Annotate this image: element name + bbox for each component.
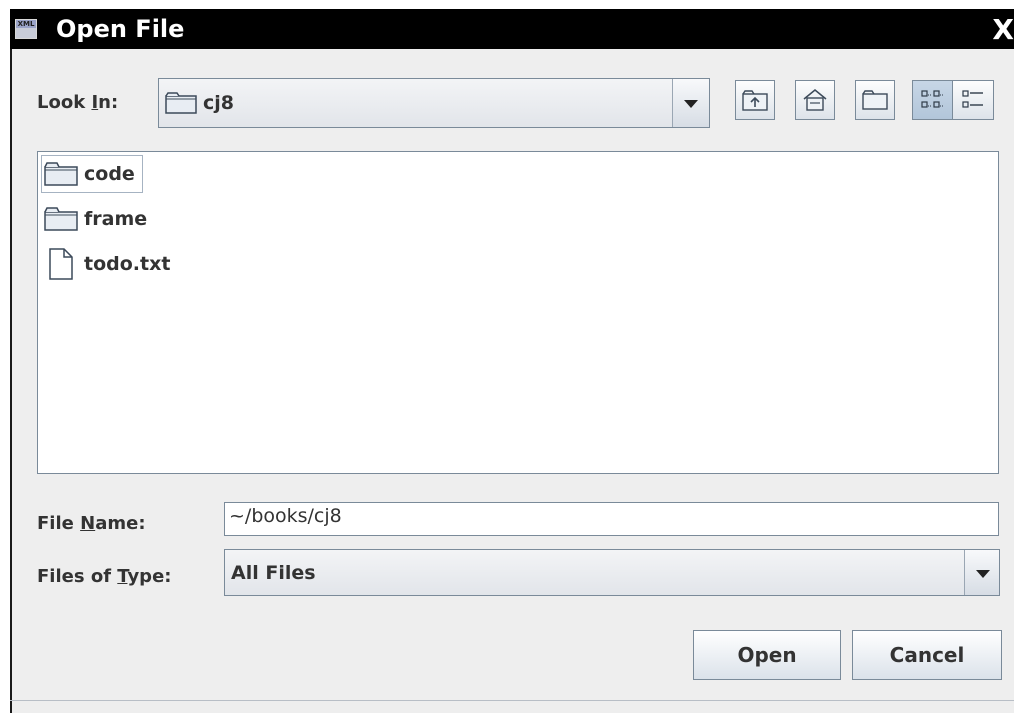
file-name-label: todo.txt: [84, 253, 171, 275]
up-one-level-button[interactable]: [735, 80, 775, 120]
files-of-type-value: All Files: [231, 562, 316, 584]
look-in-combobox[interactable]: cj8: [158, 78, 710, 128]
window-title: Open File: [56, 15, 185, 43]
window-titlebar[interactable]: XML Open File X: [10, 9, 1014, 49]
file-name-label: code: [84, 163, 135, 185]
home-icon: [803, 89, 827, 111]
files-of-type-combobox[interactable]: All Files: [224, 549, 1000, 596]
window-bottom-edge: [10, 700, 1014, 713]
close-button[interactable]: X: [988, 15, 1014, 45]
file-item-code[interactable]: code: [41, 155, 143, 193]
folder-icon: [44, 162, 78, 186]
folder-icon: [44, 207, 78, 231]
up-folder-icon: [742, 90, 768, 111]
look-in-value: cj8: [203, 92, 234, 114]
file-list[interactable]: code frame todo.txt: [37, 151, 999, 474]
details-view-icon: [962, 90, 983, 108]
home-button[interactable]: [795, 80, 835, 120]
app-icon: XML: [15, 19, 37, 39]
details-view-button[interactable]: [952, 80, 994, 120]
files-of-type-label: Files of Type:: [37, 566, 172, 587]
look-in-dropdown-arrow[interactable]: [672, 79, 709, 127]
file-name-label: File Name:: [37, 513, 146, 534]
file-item-todo-txt[interactable]: todo.txt: [41, 245, 178, 283]
files-of-type-dropdown-arrow[interactable]: [964, 550, 999, 595]
file-icon: [49, 248, 73, 280]
file-name-label: frame: [84, 208, 148, 230]
open-button[interactable]: Open: [693, 630, 841, 680]
folder-icon: [165, 92, 197, 114]
new-folder-button[interactable]: [855, 80, 895, 120]
file-name-input[interactable]: ~/books/cj8: [224, 502, 999, 536]
list-view-icon: [920, 90, 944, 108]
list-view-button[interactable]: [912, 80, 952, 120]
new-folder-icon: [862, 90, 888, 110]
file-item-frame[interactable]: frame: [41, 200, 155, 238]
cancel-button[interactable]: Cancel: [852, 630, 1002, 680]
look-in-label: Look In:: [37, 92, 119, 113]
